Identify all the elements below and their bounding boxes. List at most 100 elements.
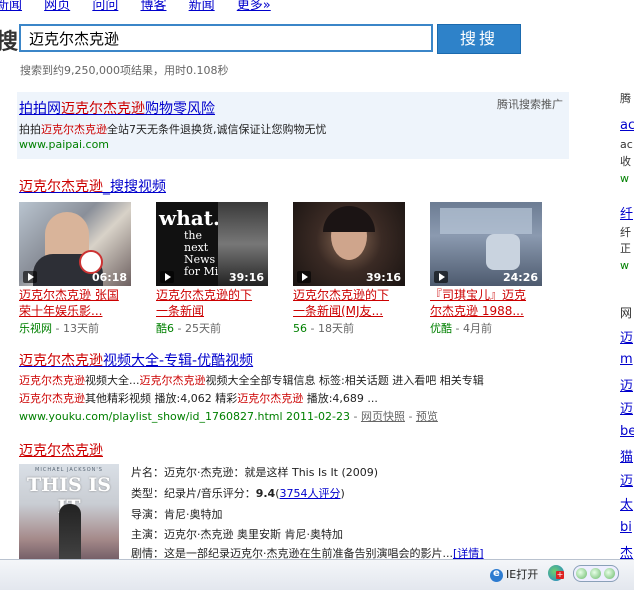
snippet-text: 其他精彩视频 播放:4,062 精彩 xyxy=(85,392,238,405)
paren: ) xyxy=(340,487,345,500)
nav-item[interactable]: 新闻 xyxy=(0,0,22,13)
nav-item[interactable]: 问问 xyxy=(92,0,118,13)
video-duration: 39:16 xyxy=(365,271,401,284)
movie-title-link[interactable]: 迈克尔杰克逊 xyxy=(19,440,103,460)
video-thumbnail[interactable]: 39:16 xyxy=(293,202,405,286)
snippet-text: 视频大全全部专辑信息 标签:相关话题 进入看吧 相关专辑 xyxy=(205,374,484,387)
snippet-highlight: 迈克尔杰克逊 xyxy=(237,392,304,405)
video-thumbnail[interactable]: 24:26 xyxy=(430,202,542,286)
nav-item[interactable]: 网页 xyxy=(44,0,70,13)
video-source: 乐视网 xyxy=(19,322,52,335)
ad-desc-highlight: 迈克尔杰克逊 xyxy=(41,123,107,136)
video-item[interactable]: 24:26 『司琪宝儿』迈克 尔杰克逊 1988... 优酷 - 4月前 xyxy=(430,202,546,336)
video-meta: 酷6 - 25天前 xyxy=(156,320,272,336)
related-link[interactable]: 太 xyxy=(620,494,633,513)
video-duration: 39:16 xyxy=(228,271,264,284)
result-title-link[interactable]: 迈克尔杰克逊视频大全-专辑-优酷视频 xyxy=(19,350,253,370)
right-ad-link[interactable]: ac xyxy=(620,118,634,133)
video-thumbnail[interactable]: 06:18 xyxy=(19,202,131,286)
ad-tag: 腾讯搜索推广 xyxy=(497,98,563,111)
result-url-line: www.youku.com/playlist_show/id_1760827.h… xyxy=(19,408,438,424)
search-button[interactable]: 搜搜 xyxy=(437,24,521,54)
play-icon xyxy=(434,271,448,283)
nav-item[interactable]: 新闻 xyxy=(189,0,215,13)
related-link[interactable]: 猫 xyxy=(620,446,633,465)
video-duration: 24:26 xyxy=(502,271,538,284)
video-source: 酷6 xyxy=(156,322,174,335)
video-caption-link[interactable]: 『司琪宝儿』迈克 尔杰克逊 1988... xyxy=(430,287,546,319)
video-caption-link[interactable]: 迈克尔杰克逊 张国 荣十年娱乐影... xyxy=(19,287,135,319)
video-age: - 13天前 xyxy=(52,322,99,335)
right-ad-link[interactable]: 纤 xyxy=(620,203,633,222)
nav-item[interactable]: 博客 xyxy=(140,0,166,13)
search-input[interactable] xyxy=(19,24,433,52)
movie-director: 导演：肯尼·奥特加 xyxy=(131,508,223,521)
video-age: - 18天前 xyxy=(307,322,354,335)
logo: 搜 xyxy=(0,30,19,55)
video-caption-line: 迈克尔杰克逊的下 xyxy=(156,288,253,302)
snippet-text: 播放:4,689 ... xyxy=(303,392,378,405)
video-caption-link[interactable]: 迈克尔杰克逊的下 一条新闻(MJ友... xyxy=(293,287,409,319)
video-item[interactable]: 06:18 迈克尔杰克逊 张国 荣十年娱乐影... 乐视网 - 13天前 xyxy=(19,202,135,336)
movie-genre-score: 类型：纪录片/音乐评分：9.4(3754人评分) xyxy=(131,485,345,501)
related-link[interactable]: 迈 xyxy=(620,375,633,394)
video-item[interactable]: 39:16 迈克尔杰克逊的下 一条新闻(MJ友... 56 - 18天前 xyxy=(293,202,409,336)
related-link[interactable]: 迈 xyxy=(620,398,633,417)
cache-link[interactable]: 网页快照 xyxy=(361,410,405,423)
right-section-heading: 网 xyxy=(620,306,633,320)
video-age: - 25天前 xyxy=(174,322,221,335)
ad-title-highlight: 迈克尔杰克逊 xyxy=(61,101,145,117)
separator: - xyxy=(349,410,361,423)
genre-text: 类型：纪录片/音乐评分： xyxy=(131,487,256,500)
rating-count-link[interactable]: 3754人评分 xyxy=(280,487,341,500)
video-caption-line: 迈克尔杰克逊的下 xyxy=(293,288,390,302)
nav-item[interactable]: 更多» xyxy=(237,0,271,13)
movie-poster[interactable]: MICHAEL JACKSON'S THIS IS IT xyxy=(19,464,119,564)
score: 9.4 xyxy=(255,487,276,500)
right-ad-text: 纤 xyxy=(620,226,631,239)
result-stats: 搜索到约9,250,000项结果，用时0.108秒 xyxy=(20,64,229,77)
related-link[interactable]: bi xyxy=(620,520,632,535)
right-ad-url: w xyxy=(620,172,629,185)
result-snippet: 迈克尔杰克逊视频大全...迈克尔杰克逊视频大全全部专辑信息 标签:相关话题 进入… xyxy=(19,372,484,388)
video-age: - 4月前 xyxy=(452,322,492,335)
snippet-highlight: 迈克尔杰克逊 xyxy=(19,392,85,405)
video-caption-line: 『司琪宝儿』迈克 xyxy=(430,288,527,302)
result-title-highlight: 迈克尔杰克逊 xyxy=(19,353,103,369)
ad-title-text: 购物零风险 xyxy=(145,101,215,117)
video-source: 56 xyxy=(293,322,307,335)
snippet-highlight: 迈克尔杰克逊 xyxy=(139,374,206,387)
video-meta: 优酷 - 4月前 xyxy=(430,320,546,336)
video-item[interactable]: what. the next News for Mic 39:16 迈克尔杰克逊的下一… xyxy=(156,202,272,336)
video-caption-line: 一条新闻(MJ友... xyxy=(293,304,384,318)
thumbnail-graphic: what. xyxy=(159,206,220,230)
ad-title-link[interactable]: 拍拍网迈克尔杰克逊购物零风险 xyxy=(19,98,215,118)
related-link[interactable]: 迈 xyxy=(620,327,633,346)
ad-desc-text: 拍拍 xyxy=(19,123,41,136)
play-icon xyxy=(23,271,37,283)
video-source: 优酷 xyxy=(430,322,452,335)
right-ad-url: w xyxy=(620,259,629,272)
snippet-highlight: 迈克尔杰克逊 xyxy=(19,374,85,387)
separator: - xyxy=(404,410,416,423)
dot-icon xyxy=(604,568,615,579)
sponsored-result: 拍拍网迈克尔杰克逊购物零风险 腾讯搜索推广 拍拍迈克尔杰克逊全站7天无条件退换货… xyxy=(17,92,569,159)
video-caption-line: 一条新闻 xyxy=(156,304,205,318)
ie-open-button[interactable]: IE打开 xyxy=(490,566,538,582)
add-icon: + xyxy=(556,570,564,579)
ie-icon xyxy=(490,568,503,582)
video-section-title-link[interactable]: 迈克尔杰克逊_搜搜视频 xyxy=(19,176,166,196)
video-thumbnail[interactable]: what. the next News for Mic 39:16 xyxy=(156,202,268,286)
status-toggle[interactable] xyxy=(573,565,619,582)
related-link[interactable]: m xyxy=(620,352,633,367)
ad-title-text: 拍拍网 xyxy=(19,101,61,117)
video-caption-line: 尔杰克逊 1988... xyxy=(430,304,524,318)
ad-url: www.paipai.com xyxy=(19,138,110,151)
poster-subtitle: MICHAEL JACKSON'S xyxy=(35,467,103,473)
related-link[interactable]: be xyxy=(620,424,634,439)
snippet-text: 视频大全... xyxy=(85,374,140,387)
preview-link[interactable]: 预览 xyxy=(416,410,438,423)
result-title-text: 视频大全-专辑-优酷视频 xyxy=(103,353,254,369)
related-link[interactable]: 迈 xyxy=(620,470,633,489)
video-caption-link[interactable]: 迈克尔杰克逊的下 一条新闻 xyxy=(156,287,272,319)
